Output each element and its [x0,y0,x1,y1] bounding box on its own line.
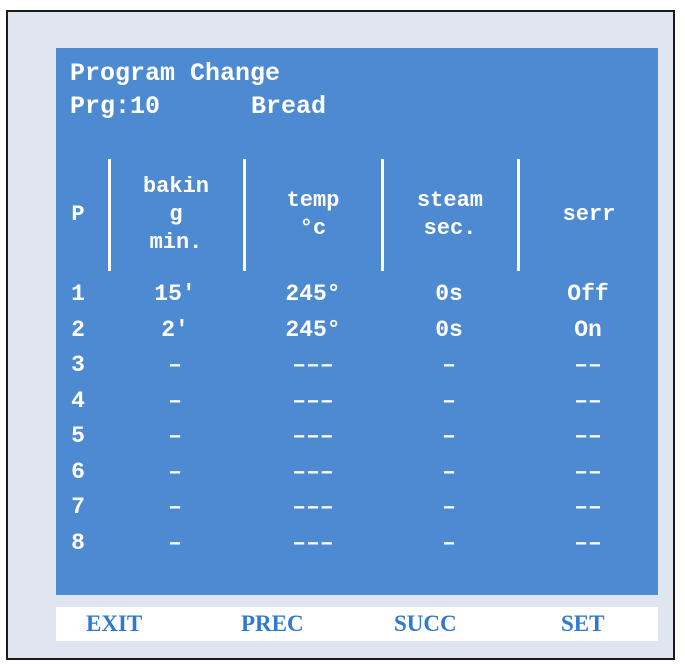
softkey-bar: EXIT PREC SUCC SET [56,607,658,641]
step-number: 2 [71,316,85,343]
col-header-steam: steam sec. [416,188,483,241]
serr-value: –– [574,352,602,378]
device-frame: Program Change Prg:10 Bread P bakin g mi… [6,10,675,660]
step-number: 7 [71,494,85,520]
step-number: 3 [71,352,85,378]
temperature: ––– [292,387,334,414]
table-row[interactable]: 1 15′ 245° 0s Off [56,277,658,313]
temperature: ––– [292,352,334,378]
temperature: 245° [285,316,341,343]
col-header-serr: serr [562,202,616,227]
col-header-p: P [71,202,85,227]
steam-seconds: – [442,458,456,485]
program-steps-table: 1 15′ 245° 0s Off 2 2′ 245° 0s On 3 – ––… [56,277,658,561]
baking-time: – [168,529,182,556]
serr-value: –– [574,529,602,556]
baking-time: 15′ [154,281,196,307]
serr-value: –– [574,458,602,485]
steam-seconds: 0s [435,281,463,307]
exit-button[interactable]: EXIT [86,607,142,641]
baking-time: 2′ [161,316,189,343]
steam-seconds: – [442,494,456,520]
baking-time: – [168,458,182,485]
baking-time: – [168,352,182,378]
step-number: 5 [71,423,85,449]
baking-time: – [168,423,182,449]
steam-seconds: – [442,423,456,449]
table-row[interactable]: 2 2′ 245° 0s On [56,313,658,349]
table-row[interactable]: 7 – ––– – –– [56,490,658,526]
temperature: ––– [292,423,334,449]
table-row[interactable]: 4 – ––– – –– [56,384,658,420]
step-number: 6 [71,458,85,485]
temperature: ––– [292,529,334,556]
steam-seconds: – [442,352,456,378]
baking-time: – [168,494,182,520]
serr-value: –– [574,387,602,414]
serr-value: Off [567,281,609,307]
step-number: 8 [71,529,85,556]
steam-seconds: – [442,387,456,414]
serr-value: –– [574,423,602,449]
serr-value: On [574,316,602,343]
table-row[interactable]: 5 – ––– – –– [56,419,658,455]
temperature: ––– [292,458,334,485]
program-number: Prg:10 [70,92,161,121]
temperature: ––– [292,494,334,520]
page-title: Program Change [70,59,281,88]
lcd-screen: Program Change Prg:10 Bread P bakin g mi… [56,48,658,641]
set-button[interactable]: SET [561,607,604,641]
serr-value: –– [574,494,602,520]
succ-button[interactable]: SUCC [394,607,457,641]
col-header-baking: bakin g min. [142,174,209,255]
step-number: 4 [71,387,85,414]
step-number: 1 [71,281,85,307]
baking-time: – [168,387,182,414]
table-row[interactable]: 8 – ––– – –– [56,526,658,562]
table-row[interactable]: 3 – ––– – –– [56,348,658,384]
col-header-temp: temp °c [286,188,340,241]
temperature: 245° [285,281,341,307]
steam-seconds: 0s [435,316,463,343]
prec-button[interactable]: PREC [241,607,304,641]
steam-seconds: – [442,529,456,556]
table-row[interactable]: 6 – ––– – –– [56,455,658,491]
table-header: P bakin g min. temp °c steam sec. serr [56,159,658,271]
program-name: Bread [251,92,327,121]
